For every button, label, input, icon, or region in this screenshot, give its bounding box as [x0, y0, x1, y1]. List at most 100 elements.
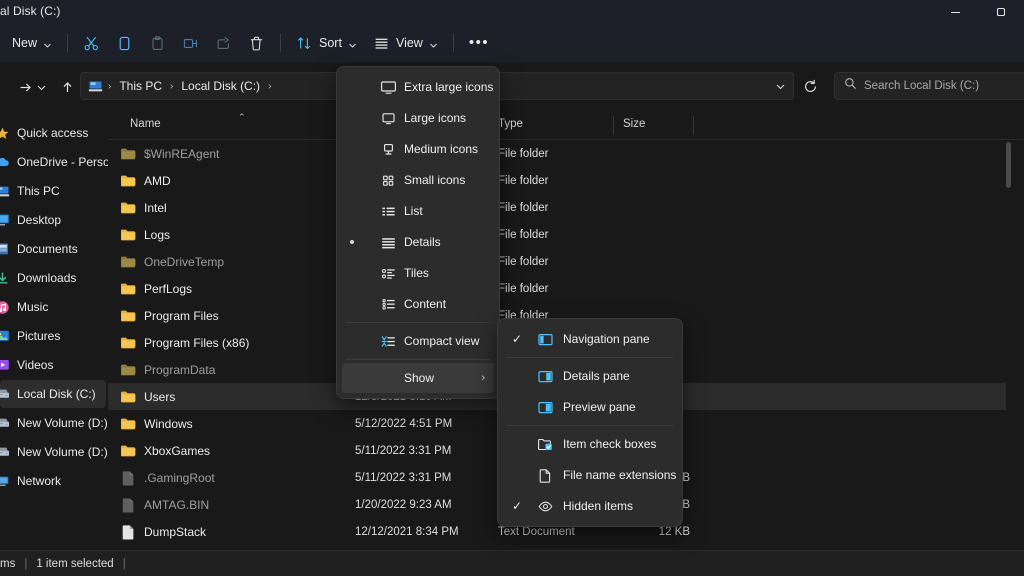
- music-icon: [0, 299, 10, 315]
- show-submenu-item-label: Item check boxes: [563, 437, 657, 451]
- sidebar-item-onedrive-personal[interactable]: OneDrive - Personal: [0, 148, 108, 176]
- column-divider[interactable]: [613, 116, 614, 134]
- sidebar-item-videos[interactable]: Videos: [0, 351, 106, 379]
- sidebar-item-downloads[interactable]: Downloads: [0, 264, 106, 292]
- previous-locations-button[interactable]: [766, 72, 794, 100]
- folder-icon: [120, 145, 137, 162]
- content-icon: [380, 296, 397, 313]
- maximize-button[interactable]: [978, 0, 1024, 24]
- folder-icon: [120, 172, 137, 189]
- sidebar-item-pictures[interactable]: Pictures: [0, 322, 106, 350]
- status-separator: |: [122, 557, 126, 570]
- hidden-items-eye-icon: [537, 498, 554, 515]
- refresh-button[interactable]: [796, 72, 824, 100]
- file-type: File folder: [498, 147, 549, 160]
- folder-icon: [120, 361, 137, 378]
- table-row[interactable]: Logs File folder: [108, 221, 1006, 248]
- file-name: DumpStack: [144, 524, 207, 539]
- sidebar-item-this-pc[interactable]: This PC: [0, 177, 106, 205]
- folder-icon: [120, 415, 137, 432]
- vertical-scrollbar[interactable]: [1005, 140, 1012, 550]
- scrollbar-thumb[interactable]: [1006, 142, 1011, 188]
- sidebar-item-label: Pictures: [17, 329, 61, 343]
- file-name: Program Files: [144, 308, 219, 323]
- sort-label: Sort: [319, 36, 342, 50]
- cut-button[interactable]: [75, 28, 108, 58]
- sidebar-item-local-disk-c[interactable]: Local Disk (C:): [0, 380, 106, 408]
- folder-icon: [120, 280, 137, 297]
- table-row[interactable]: OneDriveTemp File folder: [108, 248, 1006, 275]
- sidebar-item-music[interactable]: Music: [0, 293, 106, 321]
- breadcrumb-this-pc[interactable]: This PC: [114, 77, 167, 95]
- sidebar-item-network[interactable]: Network: [0, 467, 106, 495]
- delete-button[interactable]: [240, 28, 273, 58]
- file-name: Intel: [144, 200, 167, 215]
- show-submenu: ✓ Navigation pane Details pane Preview pane…: [497, 318, 683, 527]
- chevron-right-icon: ›: [481, 372, 485, 384]
- show-submenu-item-hidden-items[interactable]: ✓ Hidden items: [503, 491, 677, 521]
- view-menu-item-show[interactable]: Show ›: [342, 363, 494, 393]
- column-header-size[interactable]: Size: [623, 118, 645, 130]
- status-separator: |: [24, 557, 28, 570]
- videos-icon: [0, 357, 10, 373]
- view-menu-item-label: Small icons: [404, 173, 466, 187]
- rename-button[interactable]: [174, 28, 207, 58]
- view-dropdown-menu: Extra large icons Large icons Medium icons…: [336, 66, 500, 399]
- see-more-button[interactable]: •••: [461, 28, 497, 58]
- view-menu-item-details[interactable]: Details: [342, 227, 494, 257]
- view-menu-item-small-icons[interactable]: Small icons: [342, 165, 494, 195]
- file-date-modified: 5/11/2022 3:31 PM: [355, 471, 452, 484]
- details-pane-icon: [537, 368, 554, 385]
- paste-button[interactable]: [141, 28, 174, 58]
- breadcrumb-separator: ›: [170, 80, 174, 92]
- sidebar-item-new-volume-d[interactable]: New Volume (D:): [0, 438, 108, 466]
- file-date-modified: 5/12/2022 4:51 PM: [355, 417, 453, 430]
- sort-button[interactable]: Sort: [288, 28, 365, 58]
- breadcrumb-separator: ›: [108, 80, 112, 92]
- sidebar-item-quick-access[interactable]: Quick access: [0, 119, 106, 147]
- view-menu-item-list[interactable]: List: [342, 196, 494, 226]
- up-button[interactable]: [52, 72, 82, 102]
- search-input[interactable]: Search Local Disk (C:): [864, 80, 979, 92]
- table-row[interactable]: $WinREAgent File folder: [108, 140, 1006, 167]
- column-header-name[interactable]: Name: [130, 118, 161, 130]
- sidebar-item-documents[interactable]: Documents: [0, 235, 106, 263]
- minimize-button[interactable]: [932, 0, 978, 24]
- column-header-type[interactable]: Type: [498, 118, 523, 130]
- sidebar-item-label: Local Disk (C:): [17, 387, 96, 401]
- sidebar-item-label: Network: [17, 474, 62, 488]
- sidebar-item-desktop[interactable]: Desktop: [0, 206, 106, 234]
- file-name: OneDriveTemp: [144, 254, 225, 269]
- show-submenu-item-details-pane[interactable]: Details pane: [503, 361, 677, 391]
- search-box[interactable]: Search Local Disk (C:): [834, 72, 1024, 100]
- table-row[interactable]: AMD File folder: [108, 167, 1006, 194]
- trash-icon: [248, 35, 265, 52]
- view-menu-item-medium-icons[interactable]: Medium icons: [342, 134, 494, 164]
- file-type: File folder: [498, 228, 549, 241]
- view-button[interactable]: View: [365, 28, 446, 58]
- sidebar-item-label: New Volume (D:): [17, 416, 108, 430]
- pictures-icon: [0, 328, 10, 344]
- breadcrumb-local-disk[interactable]: Local Disk (C:): [176, 77, 265, 95]
- view-menu-item-compact-view[interactable]: Compact view: [342, 326, 494, 356]
- show-submenu-item-file-name-extensions[interactable]: File name extensions: [503, 460, 677, 490]
- table-row[interactable]: PerfLogs File folder: [108, 275, 1006, 302]
- sidebar-item-new-volume-d[interactable]: New Volume (D:): [0, 409, 108, 437]
- new-button[interactable]: New: [4, 28, 60, 58]
- show-submenu-item-label: Preview pane: [563, 400, 636, 414]
- view-menu-item-extra-large-icons[interactable]: Extra large icons: [342, 72, 494, 102]
- show-submenu-item-navigation-pane[interactable]: ✓ Navigation pane: [503, 324, 677, 354]
- view-menu-item-tiles[interactable]: Tiles: [342, 258, 494, 288]
- copy-button[interactable]: [108, 28, 141, 58]
- file-name: AMD: [144, 173, 171, 188]
- share-button[interactable]: [207, 28, 240, 58]
- table-row[interactable]: Intel File folder: [108, 194, 1006, 221]
- view-menu-item-content[interactable]: Content: [342, 289, 494, 319]
- column-divider[interactable]: [693, 116, 694, 134]
- show-submenu-item-item-check-boxes[interactable]: Item check boxes: [503, 429, 677, 459]
- pc-icon: [87, 79, 103, 93]
- view-menu-item-large-icons[interactable]: Large icons: [342, 103, 494, 133]
- show-submenu-item-preview-pane[interactable]: Preview pane: [503, 392, 677, 422]
- file-type: File folder: [498, 255, 549, 268]
- scissors-icon: [83, 35, 100, 52]
